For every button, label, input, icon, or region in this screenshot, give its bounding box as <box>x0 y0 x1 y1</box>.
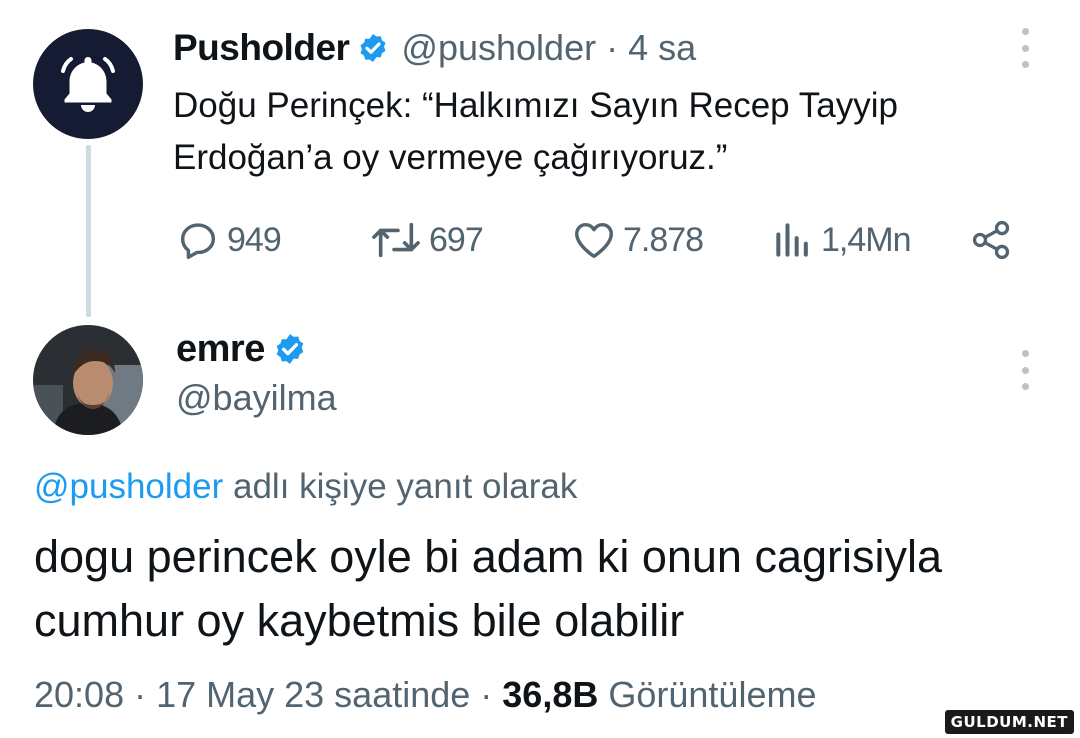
profile-photo <box>33 325 143 435</box>
like-count: 7.878 <box>623 220 704 259</box>
tweet2-views-count[interactable]: 36,8B <box>502 674 598 715</box>
tweet2-handle[interactable]: @bayilma <box>176 377 337 419</box>
like-button[interactable]: 7.878 <box>571 215 704 265</box>
tweet2-author-name[interactable]: emre <box>176 328 265 371</box>
share-icon <box>972 220 1010 260</box>
reply-context: @pusholder adlı kişiye yanıt olarak <box>34 467 577 507</box>
reply-button[interactable]: 949 <box>175 215 282 265</box>
retweet-icon <box>372 222 420 258</box>
tweet2-text: dogu perincek oyle bi adam ki onun cagri… <box>34 531 943 646</box>
tweet2-meta: 20:08 · 17 May 23 saatinde · 36,8B Görün… <box>34 674 816 716</box>
retweet-count: 697 <box>429 220 484 259</box>
tweet1-header: Pusholder @pusholder · 4 sa <box>173 26 696 70</box>
tweet1-actions: 949 697 7.878 1,4Mn <box>173 215 1023 265</box>
tweet2-views-label: Görüntüleme <box>598 674 817 715</box>
tweet1-author-name[interactable]: Pusholder <box>173 27 350 69</box>
pusholder-avatar[interactable] <box>33 29 143 139</box>
watermark-logo: GULDUM.NET <box>944 710 1074 734</box>
tweet2-more-icon[interactable] <box>1018 350 1032 390</box>
views-button[interactable]: 1,4Mn <box>771 215 911 265</box>
bell-icon <box>61 57 115 112</box>
emre-avatar[interactable] <box>33 325 143 435</box>
share-button[interactable] <box>969 215 1013 265</box>
tweet2-timestamp[interactable]: 20:08 · 17 May 23 saatinde · <box>34 674 502 715</box>
tweet1-more-icon[interactable] <box>1018 28 1032 68</box>
thread-connector <box>86 145 91 317</box>
tweet1-text: Doğu Perinçek: “Halkımızı Sayın Recep Ta… <box>173 86 898 177</box>
reply-context-label: adlı kişiye yanıt olarak <box>223 467 578 506</box>
analytics-icon <box>776 223 808 257</box>
tweet2-name-row: emre <box>176 325 307 373</box>
reply-mention-link[interactable]: @pusholder <box>34 467 223 506</box>
reply-count: 949 <box>227 220 282 259</box>
verified-badge-icon <box>357 32 389 64</box>
views-count: 1,4Mn <box>821 220 911 259</box>
retweet-button[interactable]: 697 <box>369 215 484 265</box>
verified-badge-icon <box>273 332 307 366</box>
heart-icon <box>575 222 613 259</box>
tweet1-handle-time[interactable]: @pusholder · 4 sa <box>401 27 696 69</box>
reply-icon <box>180 223 216 259</box>
